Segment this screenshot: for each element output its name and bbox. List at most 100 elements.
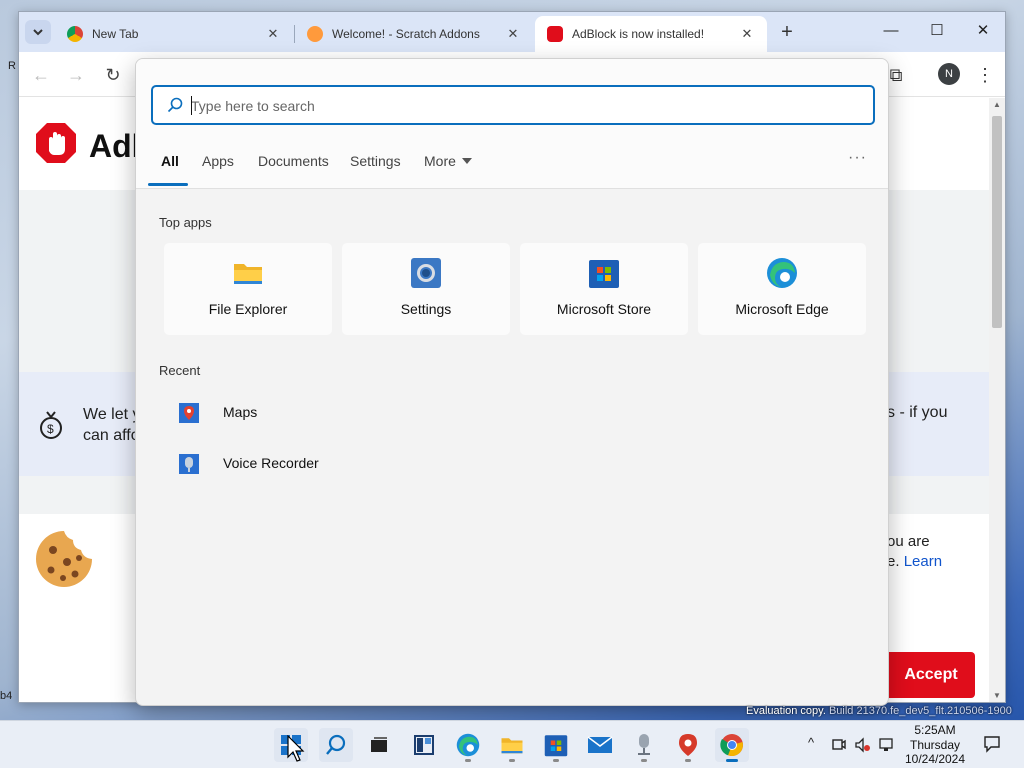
mouse-cursor-icon xyxy=(287,735,305,762)
scroll-up-icon[interactable]: ▲ xyxy=(992,100,1002,109)
recent-item-maps[interactable]: Maps xyxy=(159,393,859,433)
tab-all[interactable]: All xyxy=(161,153,179,169)
tab-search-button[interactable] xyxy=(25,20,51,44)
taskbar-maps[interactable] xyxy=(671,728,705,762)
desktop-icon-label: R xyxy=(8,60,16,72)
microsoft-edge-icon xyxy=(456,733,480,757)
support-line: We let y xyxy=(83,406,141,423)
accept-cookies-button[interactable]: Accept xyxy=(887,652,975,698)
recent-item-voice-recorder[interactable]: Voice Recorder xyxy=(159,444,859,484)
app-card-settings[interactable]: Settings xyxy=(342,243,510,335)
close-window-button[interactable]: ✕ xyxy=(960,12,1005,48)
settings-icon xyxy=(411,258,441,288)
adblock-logo-icon xyxy=(36,123,76,163)
text-caret xyxy=(191,96,192,115)
tab-more-label: More xyxy=(424,153,456,169)
search-icon xyxy=(326,734,346,755)
desktop-icon-label: b4 xyxy=(0,690,13,702)
app-card-file-explorer[interactable]: File Explorer xyxy=(164,243,332,335)
running-indicator xyxy=(553,759,559,762)
cookie-text: ou are e. Learn xyxy=(887,532,942,572)
chrome-icon xyxy=(720,734,743,757)
taskbar: ^ 5:25AM Thursday 10/24/2024 xyxy=(0,720,1024,768)
tray-overflow-chevron[interactable]: ^ xyxy=(808,735,814,750)
svg-text:$: $ xyxy=(47,422,54,436)
app-card-microsoft-store[interactable]: Microsoft Store xyxy=(520,243,688,335)
page-scrollbar[interactable]: ▲ ▼ xyxy=(989,98,1005,702)
maximize-button[interactable]: ☐ xyxy=(914,12,960,48)
chrome-icon xyxy=(67,26,83,42)
search-icon xyxy=(167,97,183,113)
widgets-icon xyxy=(414,735,434,755)
back-button[interactable]: ← xyxy=(29,63,53,87)
taskbar-voice-recorder[interactable] xyxy=(627,728,661,762)
scroll-thumb[interactable] xyxy=(992,116,1002,328)
taskbar-search-button[interactable] xyxy=(319,728,353,762)
volume-muted-icon[interactable] xyxy=(855,737,871,753)
app-name: File Explorer xyxy=(208,301,288,317)
forward-button[interactable]: → xyxy=(64,63,88,87)
voice-recorder-icon xyxy=(638,734,650,755)
donation-icon: $ xyxy=(40,411,62,439)
search-input[interactable] xyxy=(191,95,851,117)
more-options-icon[interactable]: ··· xyxy=(848,149,867,167)
chevron-down-icon xyxy=(33,29,43,36)
taskbar-file-explorer[interactable] xyxy=(495,728,529,762)
maps-icon xyxy=(179,403,199,423)
taskbar-edge[interactable] xyxy=(451,728,485,762)
cookie-line: ou are xyxy=(887,533,930,550)
meet-now-icon[interactable] xyxy=(832,737,846,753)
cookie-icon xyxy=(36,531,92,587)
taskbar-clock[interactable]: 5:25AM Thursday 10/24/2024 xyxy=(895,723,975,767)
microsoft-edge-icon xyxy=(767,258,797,288)
widgets-button[interactable] xyxy=(407,728,441,762)
file-explorer-icon xyxy=(234,264,262,284)
menu-button[interactable]: ⋮ xyxy=(973,63,997,87)
app-card-microsoft-edge[interactable]: Microsoft Edge xyxy=(698,243,866,335)
tab-adblock[interactable]: AdBlock is now installed! ✕ xyxy=(535,16,767,52)
active-indicator xyxy=(726,759,738,762)
running-indicator xyxy=(465,759,471,762)
chevron-down-icon xyxy=(461,158,472,164)
close-tab-icon[interactable]: ✕ xyxy=(265,26,281,42)
minimize-button[interactable]: — xyxy=(868,12,914,48)
close-tab-icon[interactable]: ✕ xyxy=(505,26,521,42)
profile-avatar[interactable]: N xyxy=(938,63,960,85)
close-tab-icon[interactable]: ✕ xyxy=(739,26,755,42)
reload-button[interactable]: ↻ xyxy=(101,63,125,87)
tab-settings[interactable]: Settings xyxy=(350,153,401,169)
taskbar-microsoft-store[interactable] xyxy=(539,728,573,762)
adblock-icon xyxy=(547,26,563,42)
app-name: Microsoft Store xyxy=(556,301,652,317)
notifications-icon[interactable] xyxy=(983,735,1001,753)
microsoft-store-icon xyxy=(544,735,568,757)
evaluation-watermark: Evaluation copy. Build 21370.fe_dev5_flt… xyxy=(746,705,1012,717)
app-name: Microsoft Edge xyxy=(735,301,829,317)
maps-icon xyxy=(679,734,697,756)
tab-new-tab[interactable]: New Tab ✕ xyxy=(55,16,293,52)
scratch-addons-icon xyxy=(307,26,323,42)
scroll-down-icon[interactable]: ▼ xyxy=(992,691,1002,700)
recent-heading: Recent xyxy=(159,363,201,378)
running-indicator xyxy=(641,759,647,762)
network-icon[interactable] xyxy=(878,737,894,753)
learn-more-link[interactable]: Learn xyxy=(904,553,942,570)
tab-more[interactable]: More xyxy=(424,153,472,169)
cookie-line-prefix: e. xyxy=(887,553,904,570)
support-text-right: s - if you xyxy=(887,404,948,421)
tab-title: New Tab xyxy=(92,27,139,41)
taskbar-mail[interactable] xyxy=(583,728,617,762)
tab-title: AdBlock is now installed! xyxy=(572,27,705,41)
microsoft-store-icon xyxy=(589,260,619,288)
new-tab-button[interactable]: + xyxy=(775,20,799,44)
cookie-line: e. Learn xyxy=(887,552,942,572)
tab-documents[interactable]: Documents xyxy=(258,153,329,169)
search-box[interactable] xyxy=(151,85,875,125)
clock-time: 5:25AM xyxy=(914,723,956,737)
taskbar-chrome[interactable] xyxy=(715,728,749,762)
app-name: Settings xyxy=(400,301,452,317)
tab-apps[interactable]: Apps xyxy=(202,153,234,169)
tab-strip: New Tab ✕ Welcome! - Scratch Addons ✕ Ad… xyxy=(19,12,1005,52)
tab-scratch-addons[interactable]: Welcome! - Scratch Addons ✕ xyxy=(295,16,533,52)
task-view-button[interactable] xyxy=(362,728,396,762)
